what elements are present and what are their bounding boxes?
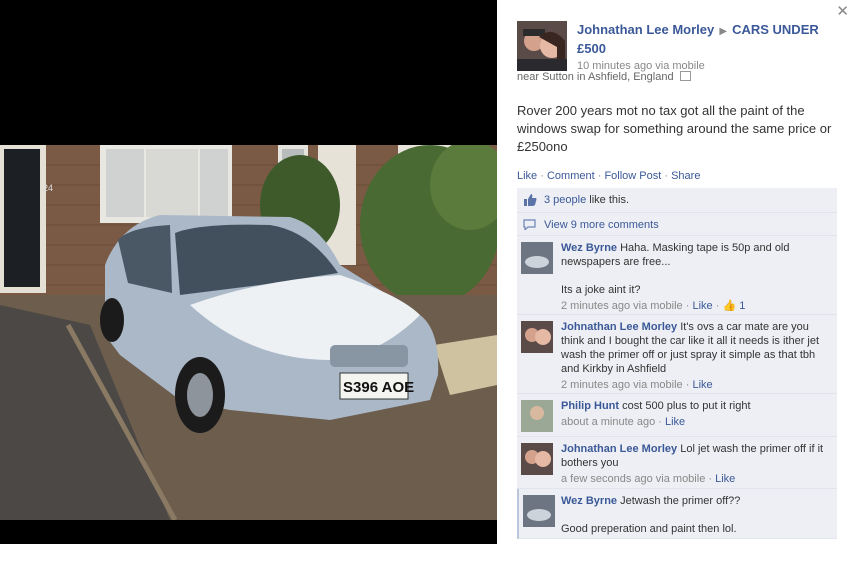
likes-suffix: like this. <box>586 194 630 206</box>
comments-section: 3 people like this. View 9 more comments… <box>517 188 837 539</box>
comment-time[interactable]: 2 minutes ago via mobile <box>561 379 683 391</box>
comment-like-link[interactable]: Like <box>692 300 712 312</box>
comment-time[interactable]: about a minute ago <box>561 416 655 428</box>
photo-viewer: 24 S396 AOE <box>0 0 497 544</box>
number-plate: S396 AOE <box>343 379 414 396</box>
likers-link[interactable]: 3 people <box>544 194 586 206</box>
comment-item: Philip Hunt cost 500 plus to put it righ… <box>517 394 837 437</box>
comment-bubble-icon <box>523 219 536 233</box>
commenter-name-link[interactable]: Wez Byrne <box>561 495 617 507</box>
comment-item: Wez Byrne Jetwash the primer off?? Good … <box>517 489 837 539</box>
view-more-comments-link[interactable]: View 9 more comments <box>544 219 659 231</box>
comment-text-second: Its a joke aint it? <box>561 284 641 296</box>
comment-like-link[interactable]: Like <box>692 379 712 391</box>
comment-item: Johnathan Lee Morley It's ovs a car mate… <box>517 315 837 394</box>
comment-like-count[interactable]: 1 <box>739 300 745 312</box>
comment-text: Jetwash the primer off?? <box>620 495 741 507</box>
post-header: Johnathan Lee Morley ▶ CARS UNDER £500 1… <box>577 21 827 73</box>
author-avatar[interactable] <box>517 21 567 71</box>
comment-item: Wez Byrne Haha. Masking tape is 50p and … <box>517 236 837 315</box>
commenter-name-link[interactable]: Philip Hunt <box>561 400 619 412</box>
post-message: Rover 200 years mot no tax got all the p… <box>517 103 832 154</box>
arrow-right-icon: ▶ <box>719 26 728 37</box>
commenter-name-link[interactable]: Johnathan Lee Morley <box>561 443 677 455</box>
likes-row: 3 people like this. <box>517 188 837 213</box>
commenter-avatar[interactable] <box>521 242 553 274</box>
comment-text-second: Good preperation and paint then lol. <box>561 523 737 535</box>
share-link[interactable]: Share <box>671 170 700 182</box>
commenter-name-link[interactable]: Wez Byrne <box>561 242 617 254</box>
thumbs-up-icon: 👍 <box>722 300 737 312</box>
author-name-link[interactable]: Johnathan Lee Morley <box>577 22 714 37</box>
thumbs-up-icon <box>523 194 537 209</box>
house-number: 24 <box>43 183 53 193</box>
comment-link[interactable]: Comment <box>547 170 595 182</box>
commenter-name-link[interactable]: Johnathan Lee Morley <box>561 321 677 333</box>
comment-like-link[interactable]: Like <box>715 473 735 485</box>
post-actions: Like · Comment · Follow Post · Share <box>517 170 701 182</box>
commenter-avatar[interactable] <box>521 443 553 475</box>
comment-item: Johnathan Lee Morley Lol jet wash the pr… <box>517 437 837 489</box>
post-panel: ✕ Johnathan Lee Morley ▶ CARS UNDER £500… <box>497 0 857 564</box>
location-text[interactable]: near Sutton in Ashfield, England <box>517 71 674 83</box>
follow-post-link[interactable]: Follow Post <box>604 170 661 182</box>
post-location: near Sutton in Ashfield, England <box>517 71 691 83</box>
comment-text: cost 500 plus to put it right <box>622 400 751 412</box>
comment-time[interactable]: 2 minutes ago via mobile <box>561 300 683 312</box>
comment-like-link[interactable]: Like <box>665 416 685 428</box>
commenter-avatar[interactable] <box>521 321 553 353</box>
close-icon[interactable]: ✕ <box>836 2 849 20</box>
commenter-avatar[interactable] <box>521 400 553 432</box>
like-link[interactable]: Like <box>517 170 537 182</box>
map-icon <box>679 71 691 81</box>
view-more-row: View 9 more comments <box>517 213 837 236</box>
commenter-avatar[interactable] <box>523 495 555 527</box>
post-photo[interactable]: 24 S396 AOE <box>0 145 497 520</box>
comment-time[interactable]: a few seconds ago via mobile <box>561 473 705 485</box>
